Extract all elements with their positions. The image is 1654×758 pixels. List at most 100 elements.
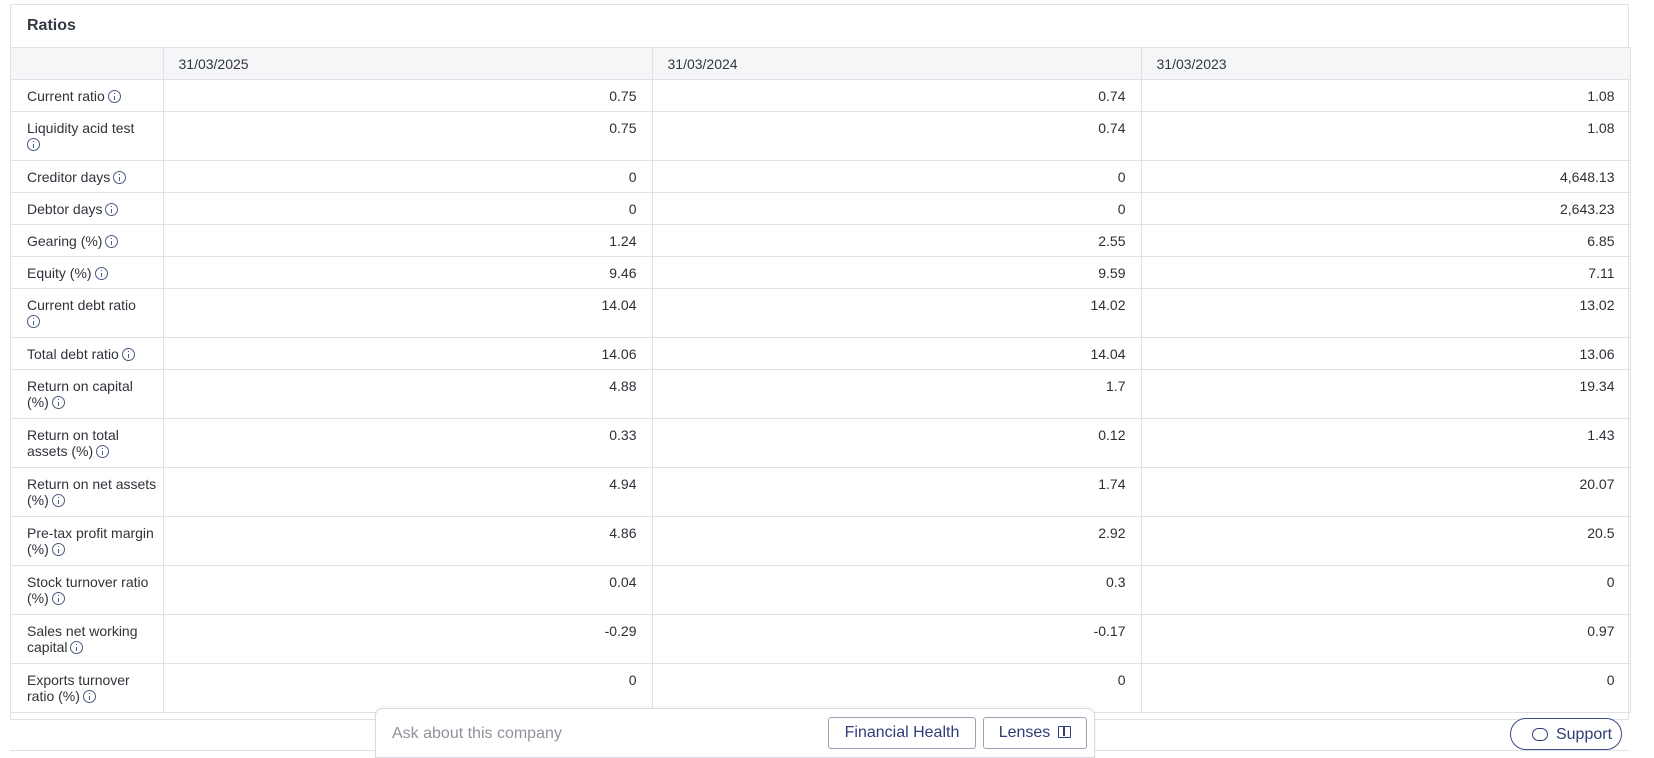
info-icon[interactable]: [51, 396, 65, 409]
table-row: Equity (%) 9.46 9.59 7.11: [11, 256, 1631, 289]
row-label-text: Stock turnover ratio (%): [27, 574, 149, 606]
table-row: Sales net working capital -0.29 -0.17 0.…: [11, 614, 1631, 664]
info-icon[interactable]: [51, 543, 65, 556]
row-label: Current debt ratio: [11, 288, 164, 338]
row-label-text: Pre-tax profit margin (%): [27, 525, 154, 557]
cell-value: 19.34: [1140, 369, 1631, 419]
chat-icon: [1531, 727, 1548, 741]
cell-value: 1.43: [1140, 418, 1631, 468]
cell-value: 9.59: [651, 256, 1142, 289]
cell-value: 0.12: [651, 418, 1142, 468]
info-icon[interactable]: [105, 203, 119, 216]
row-label-text: Debtor days: [27, 201, 103, 217]
table-row: Return on capital (%) 4.88 1.7 19.34: [11, 369, 1631, 419]
support-label: Support: [1555, 725, 1613, 743]
cell-value: 0: [651, 192, 1142, 225]
cell-value: 4.86: [162, 516, 653, 566]
cell-value: 1.7: [651, 369, 1142, 419]
cell-value: 1.74: [651, 467, 1142, 517]
ask-input[interactable]: [392, 723, 812, 745]
row-label: Liquidity acid test: [11, 111, 164, 161]
row-label: Gearing (%): [11, 224, 164, 257]
cell-value: 4.88: [162, 369, 653, 419]
cell-value: 14.02: [651, 288, 1142, 338]
row-label: Exports turnover ratio (%): [11, 663, 164, 713]
info-icon[interactable]: [70, 641, 84, 654]
info-icon[interactable]: [51, 592, 65, 605]
table-row: Creditor days 0 0 4,648.13: [11, 160, 1631, 193]
cell-value: 0: [162, 663, 653, 713]
ratios-table: 31/03/2025 31/03/2024 31/03/2023 Current…: [11, 47, 1631, 713]
info-icon[interactable]: [113, 171, 127, 184]
cell-value: -0.29: [162, 614, 653, 664]
cell-value: 0: [1140, 565, 1631, 615]
row-label: Pre-tax profit margin (%): [11, 516, 164, 566]
cell-value: 0: [651, 160, 1142, 193]
cell-value: 6.85: [1140, 224, 1631, 257]
info-icon[interactable]: [82, 690, 96, 703]
table-row: Current debt ratio 14.04 14.02 13.02: [11, 288, 1631, 338]
cell-value: 1.08: [1140, 79, 1631, 112]
row-label: Equity (%): [11, 256, 164, 289]
info-icon[interactable]: [121, 348, 135, 361]
info-icon[interactable]: [27, 138, 40, 151]
table-row: Stock turnover ratio (%) 0.04 0.3 0: [11, 565, 1631, 615]
cell-value: 0: [651, 663, 1142, 713]
row-label: Total debt ratio: [11, 337, 164, 370]
row-label-text: Return on net assets (%): [27, 476, 157, 508]
row-label-text: Gearing (%): [27, 233, 103, 249]
row-label-text: Creditor days: [27, 169, 111, 185]
info-icon[interactable]: [96, 445, 110, 458]
cell-value: 0.33: [162, 418, 653, 468]
financial-health-button[interactable]: Financial Health: [828, 717, 976, 749]
table-row: Return on net assets (%) 4.94 1.74 20.07: [11, 467, 1631, 517]
cell-value: 0.3: [651, 565, 1142, 615]
row-label: Stock turnover ratio (%): [11, 565, 164, 615]
table-row: Current ratio 0.75 0.74 1.08: [11, 79, 1631, 112]
cell-value: 7.11: [1140, 256, 1631, 289]
header-col-2023: 31/03/2023: [1140, 47, 1631, 80]
cell-value: 13.02: [1140, 288, 1631, 338]
header-col-2024: 31/03/2024: [651, 47, 1142, 80]
cell-value: 9.46: [162, 256, 653, 289]
info-icon[interactable]: [27, 315, 40, 328]
cell-value: 0: [1140, 663, 1631, 713]
cell-value: -0.17: [651, 614, 1142, 664]
row-label-text: Current debt ratio: [27, 297, 136, 313]
info-icon[interactable]: [51, 494, 65, 507]
info-icon[interactable]: [105, 235, 119, 248]
table-row: Pre-tax profit margin (%) 4.86 2.92 20.5: [11, 516, 1631, 566]
row-label: Current ratio: [11, 79, 164, 112]
cell-value: 2,643.23: [1140, 192, 1631, 225]
row-label-text: Equity (%): [27, 265, 92, 281]
header-label-col: [11, 47, 164, 80]
lenses-label: Lenses: [998, 724, 1051, 741]
cell-value: 0.04: [162, 565, 653, 615]
row-label-text: Current ratio: [27, 88, 105, 104]
info-icon[interactable]: [107, 90, 121, 103]
lenses-button[interactable]: Lenses: [983, 717, 1087, 749]
table-header-row: 31/03/2025 31/03/2024 31/03/2023: [11, 47, 1631, 80]
cell-value: 14.06: [162, 337, 653, 370]
row-label: Return on capital (%): [11, 369, 164, 419]
cell-value: 0: [162, 192, 653, 225]
row-label-text: Exports turnover ratio (%): [27, 672, 130, 704]
table-row: Return on total assets (%) 0.33 0.12 1.4…: [11, 418, 1631, 468]
cell-value: 4,648.13: [1140, 160, 1631, 193]
support-button[interactable]: Support: [1510, 718, 1622, 750]
row-label: Return on net assets (%): [11, 467, 164, 517]
cell-value: 4.94: [162, 467, 653, 517]
cell-value: 20.5: [1140, 516, 1631, 566]
table-row: Liquidity acid test 0.75 0.74 1.08: [11, 111, 1631, 161]
cell-value: 2.55: [651, 224, 1142, 257]
row-label: Sales net working capital: [11, 614, 164, 664]
row-label: Creditor days: [11, 160, 164, 193]
cell-value: 13.06: [1140, 337, 1631, 370]
cell-value: 14.04: [651, 337, 1142, 370]
cell-value: 0.97: [1140, 614, 1631, 664]
row-label: Return on total assets (%): [11, 418, 164, 468]
cell-value: 0: [162, 160, 653, 193]
table-row: Exports turnover ratio (%) 0 0 0: [11, 663, 1631, 713]
cell-value: 0.74: [651, 111, 1142, 161]
info-icon[interactable]: [94, 267, 108, 280]
